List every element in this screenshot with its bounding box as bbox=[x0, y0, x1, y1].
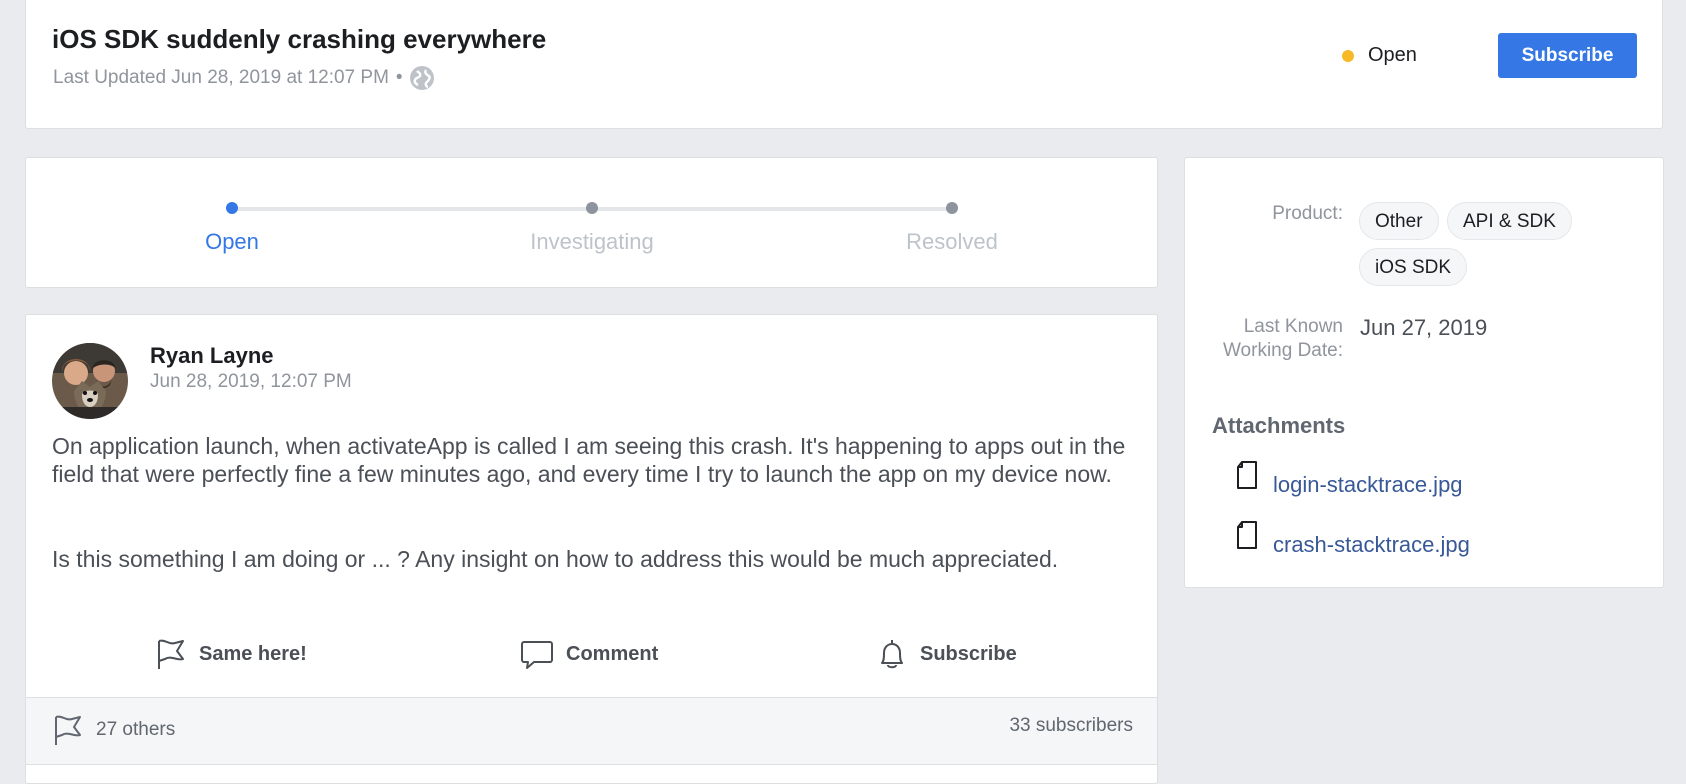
globe-icon bbox=[409, 65, 435, 91]
same-here-label: Same here! bbox=[199, 642, 307, 665]
subscribers-count[interactable]: 33 subscribers bbox=[1009, 715, 1133, 737]
subscribe-button[interactable]: Subscribe bbox=[1498, 33, 1637, 78]
product-tag[interactable]: Other bbox=[1359, 202, 1439, 240]
last-updated: Last Updated Jun 28, 2019 at 12:07 PM • bbox=[53, 65, 435, 91]
post-subscribe-label: Subscribe bbox=[920, 642, 1017, 665]
attachment-link[interactable]: crash-stacktrace.jpg bbox=[1235, 520, 1470, 558]
status-indicator: Open bbox=[1342, 44, 1417, 67]
attachment-name: login-stacktrace.jpg bbox=[1273, 472, 1463, 497]
post-card: Ryan Layne Jun 28, 2019, 12:07 PM On app… bbox=[25, 314, 1158, 784]
status-dot bbox=[1342, 49, 1354, 62]
last-known-working-date-value: Jun 27, 2019 bbox=[1360, 315, 1488, 340]
post-timestamp: Jun 28, 2019, 12:07 PM bbox=[150, 371, 352, 392]
same-here-count[interactable]: 27 others bbox=[52, 713, 175, 747]
attachments-heading: Attachments bbox=[1212, 413, 1346, 438]
product-label: Product: bbox=[1272, 203, 1343, 224]
post-paragraph: On application launch, when activateApp … bbox=[52, 433, 1126, 487]
last-updated-text: Last Updated Jun 28, 2019 at 12:07 PM bbox=[53, 67, 389, 88]
progress-step-resolved: Resolved bbox=[906, 229, 998, 254]
progress-dot-open bbox=[226, 202, 238, 214]
progress-step-investigating: Investigating bbox=[530, 229, 654, 254]
status-label: Open bbox=[1368, 44, 1417, 66]
file-icon bbox=[1237, 461, 1257, 489]
file-icon bbox=[1237, 521, 1257, 549]
bell-icon bbox=[881, 640, 903, 669]
post-subscribe-button[interactable]: Subscribe bbox=[876, 637, 1017, 671]
attachment-link[interactable]: login-stacktrace.jpg bbox=[1235, 460, 1463, 498]
flag-icon bbox=[158, 639, 184, 669]
progress-dot-resolved bbox=[946, 202, 958, 214]
details-sidebar: Product: Other API & SDK iOS SDK Last Kn… bbox=[1184, 157, 1664, 588]
issue-header: iOS SDK suddenly crashing everywhere Las… bbox=[25, 0, 1663, 129]
status-progress: Open Investigating Resolved bbox=[25, 157, 1158, 288]
post-footer: 27 others 33 subscribers bbox=[26, 697, 1157, 765]
progress-dot-investigating bbox=[586, 202, 598, 214]
flag-icon bbox=[55, 715, 81, 745]
page-title: iOS SDK suddenly crashing everywhere bbox=[52, 24, 547, 54]
post-paragraph: Is this something I am doing or ... ? An… bbox=[52, 546, 1059, 572]
comment-label: Comment bbox=[566, 642, 659, 665]
separator: • bbox=[395, 67, 403, 88]
product-tag[interactable]: API & SDK bbox=[1447, 202, 1572, 240]
comment-button[interactable]: Comment bbox=[520, 637, 658, 671]
comment-icon bbox=[521, 641, 553, 669]
same-here-button[interactable]: Same here! bbox=[155, 637, 307, 671]
others-label: 27 others bbox=[96, 719, 176, 740]
author-name[interactable]: Ryan Layne bbox=[150, 343, 274, 369]
progress-step-open: Open bbox=[205, 229, 259, 254]
attachment-name: crash-stacktrace.jpg bbox=[1273, 532, 1470, 557]
product-tag[interactable]: iOS SDK bbox=[1359, 248, 1468, 286]
avatar[interactable] bbox=[52, 343, 128, 419]
last-known-working-date-label: Last Known Working Date: bbox=[1222, 316, 1343, 361]
